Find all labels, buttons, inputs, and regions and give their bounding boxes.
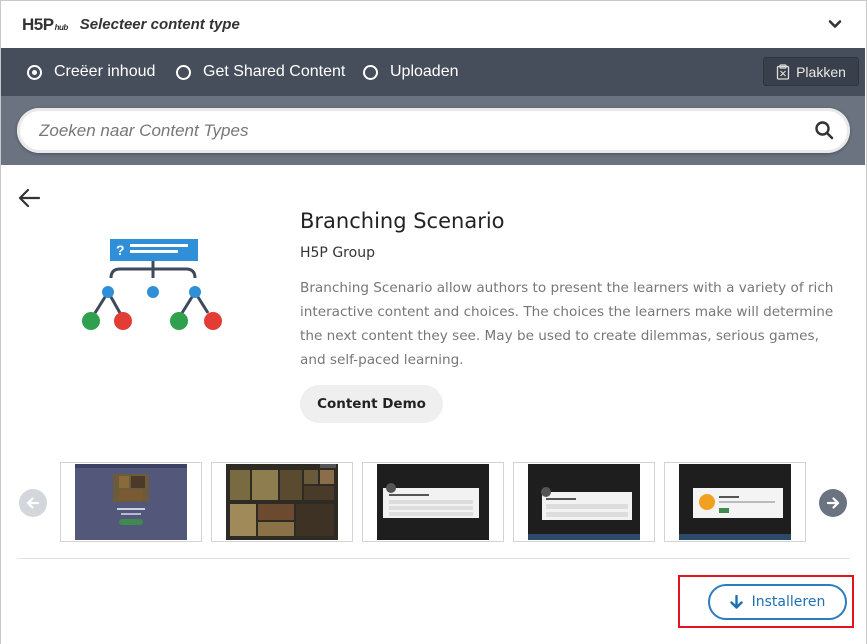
screenshot-thumbnail[interactable] <box>211 462 353 542</box>
search-box[interactable] <box>17 108 850 153</box>
svg-text:?: ? <box>116 242 125 258</box>
h5p-hub-logo: H5P hub <box>22 14 68 34</box>
search-icon[interactable] <box>814 120 834 140</box>
screenshot-image <box>75 464 187 540</box>
carousel-next-button[interactable] <box>819 489 847 517</box>
install-button[interactable]: Installeren <box>708 584 847 620</box>
tab-upload[interactable]: Uploaden <box>363 63 459 81</box>
screenshot-thumbnail[interactable] <box>60 462 202 542</box>
screenshot-thumbnail[interactable] <box>664 462 806 542</box>
back-arrow-icon[interactable] <box>17 187 41 209</box>
screenshot-image <box>528 464 640 540</box>
hub-header[interactable]: H5P hub Selecteer content type <box>1 1 865 48</box>
radio-selected-icon[interactable] <box>27 64 42 80</box>
paste-button[interactable]: Plakken <box>763 57 859 86</box>
screenshot-image <box>377 464 489 540</box>
tab-create-content[interactable]: Creëer inhoud <box>27 63 155 81</box>
content-type-description: Branching Scenario allow authors to pres… <box>300 280 834 368</box>
search-area <box>1 96 865 165</box>
screenshot-thumbnail[interactable] <box>362 462 504 542</box>
radio-icon[interactable] <box>176 64 191 80</box>
divider <box>17 558 850 559</box>
screenshot-image <box>679 464 791 540</box>
download-arrow-icon <box>729 595 743 609</box>
tabs-bar: Creëer inhoud Get Shared Content Uploade… <box>1 48 865 96</box>
content-demo-button[interactable]: Content Demo <box>300 385 443 423</box>
content-type-title: Branching Scenario <box>300 209 505 233</box>
screenshot-image <box>226 464 338 540</box>
tab-get-shared-content[interactable]: Get Shared Content <box>176 63 345 81</box>
radio-icon[interactable] <box>363 64 378 80</box>
screenshot-thumbnail[interactable] <box>513 462 655 542</box>
clipboard-icon <box>776 63 790 80</box>
arrow-right-icon <box>826 497 840 509</box>
carousel-prev-button[interactable] <box>19 489 47 517</box>
arrow-left-icon <box>26 497 40 509</box>
search-input[interactable] <box>39 108 799 153</box>
branching-scenario-icon: ? <box>82 239 222 330</box>
content-type-owner: H5P Group <box>300 245 375 261</box>
header-title: Selecteer content type <box>79 16 240 33</box>
chevron-down-icon[interactable] <box>827 16 843 32</box>
